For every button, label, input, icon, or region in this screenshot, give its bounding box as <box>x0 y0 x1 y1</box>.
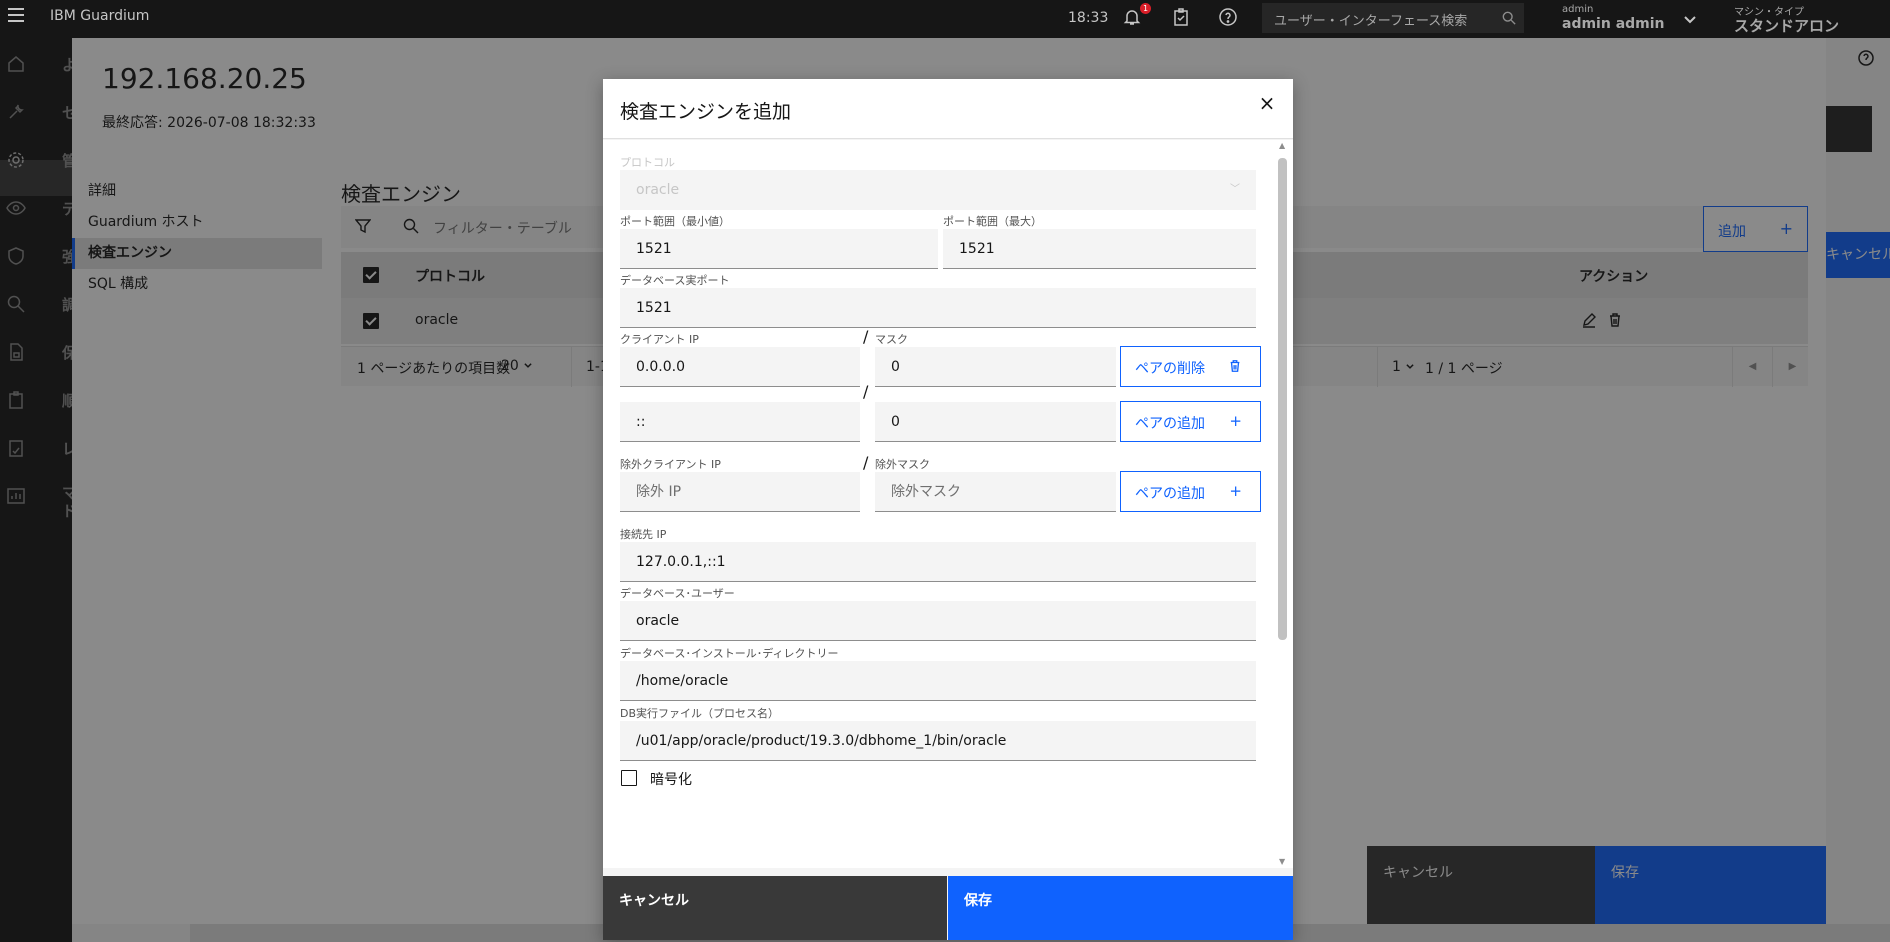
exec-file-label: DB実行ファイル（プロセス名） <box>620 707 780 720</box>
user-name: admin admin <box>1562 16 1665 32</box>
encryption-label: 暗号化 <box>650 772 692 788</box>
delete-pair-label: ペアの削除 <box>1135 361 1205 377</box>
dest-ip-input[interactable]: 127.0.0.1,::1 <box>620 542 1256 582</box>
trash-icon <box>1230 360 1240 372</box>
search-placeholder: ユーザー・インターフェース検索 <box>1274 14 1468 29</box>
excluded-ip-input[interactable]: 除外 IP <box>620 472 860 512</box>
help-icon[interactable] <box>1218 7 1238 27</box>
scroll-down-icon[interactable]: ▼ <box>1279 857 1285 866</box>
hamburger-menu-icon[interactable] <box>8 8 24 22</box>
chevron-down-icon: ﹀ <box>1230 184 1240 195</box>
modal-save-button[interactable]: 保存 <box>948 876 1293 940</box>
db-port-label: データベース実ポート <box>620 274 730 287</box>
install-dir-label: データベース･インストール･ディレクトリー <box>620 647 839 660</box>
scroll-up-icon[interactable]: ▲ <box>1279 141 1285 150</box>
db-user-input[interactable]: oracle <box>620 601 1256 641</box>
modal-title: 検査エンジンを追加 <box>620 101 792 123</box>
exec-file-input[interactable]: /u01/app/oracle/product/19.3.0/dbhome_1/… <box>620 721 1256 761</box>
modal-body: プロトコル oracle ﹀ ポート範囲（最小値） 1521 ポート範囲（最大）… <box>603 140 1293 868</box>
port-max-label: ポート範囲（最大） <box>943 215 1042 228</box>
modal-header: 検査エンジンを追加 × <box>603 79 1293 139</box>
chevron-down-icon[interactable] <box>1682 11 1698 27</box>
encryption-checkbox[interactable] <box>621 770 637 786</box>
protocol-value: oracle <box>636 182 680 198</box>
delete-pair-button[interactable]: ペアの削除 <box>1120 346 1261 387</box>
port-max-input[interactable]: 1521 <box>943 229 1256 269</box>
protocol-select: oracle ﹀ <box>620 170 1256 210</box>
bell-icon[interactable] <box>1122 7 1142 27</box>
slash-separator: / <box>863 327 869 346</box>
clipboard-check-icon[interactable] <box>1171 7 1191 27</box>
mask-label: マスク <box>875 333 908 346</box>
excluded-mask-label: 除外マスク <box>875 458 930 471</box>
client-mask-input[interactable]: 0 <box>875 402 1116 442</box>
install-dir-input[interactable]: /home/oracle <box>620 661 1256 701</box>
scrollbar-thumb[interactable] <box>1278 158 1287 640</box>
clock: 18:33 <box>1068 10 1109 26</box>
modal-scrollbar[interactable]: ▲ ▼ <box>1278 141 1287 866</box>
user-role: admin <box>1562 4 1594 15</box>
plus-icon: + <box>1229 482 1242 500</box>
client-ip-input[interactable]: :: <box>620 402 860 442</box>
slash-separator: / <box>863 382 869 401</box>
client-ip-input[interactable]: 0.0.0.0 <box>620 347 860 387</box>
add-excluded-pair-button[interactable]: ペアの追加 + <box>1120 471 1261 512</box>
port-min-label: ポート範囲（最小値） <box>620 215 730 228</box>
close-icon[interactable]: × <box>1257 93 1277 113</box>
client-ip-label: クライアント IP <box>620 333 699 346</box>
plus-icon: + <box>1229 412 1242 430</box>
client-mask-input[interactable]: 0 <box>875 347 1116 387</box>
db-user-label: データベース･ユーザー <box>620 587 735 600</box>
add-pair-label: ペアの追加 <box>1135 416 1205 432</box>
add-excluded-pair-label: ペアの追加 <box>1135 486 1205 502</box>
db-port-input[interactable]: 1521 <box>620 288 1256 328</box>
global-search-input[interactable]: ユーザー・インターフェース検索 <box>1262 3 1524 33</box>
slash-separator: / <box>863 453 869 472</box>
protocol-label: プロトコル <box>620 156 675 169</box>
excluded-mask-input[interactable]: 除外マスク <box>875 472 1116 512</box>
notification-badge: 1 <box>1140 3 1151 14</box>
excluded-ip-label: 除外クライアント IP <box>620 458 721 471</box>
dest-ip-label: 接続先 IP <box>620 528 667 541</box>
add-pair-button[interactable]: ペアの追加 + <box>1120 401 1261 442</box>
modal-cancel-button[interactable]: キャンセル <box>603 876 947 940</box>
machine-type-value: スタンドアロン <box>1734 17 1840 35</box>
modal-cancel-label: キャンセル <box>619 893 689 909</box>
brand-name: IBM Guardium <box>50 8 150 24</box>
add-inspection-engine-modal: 検査エンジンを追加 × プロトコル oracle ﹀ ポート範囲（最小値） 15… <box>603 79 1293 940</box>
port-min-input[interactable]: 1521 <box>620 229 938 269</box>
modal-save-label: 保存 <box>964 893 992 909</box>
top-header: IBM Guardium 18:33 1 ユーザー・インターフェース検索 adm… <box>0 0 1890 38</box>
search-icon <box>1502 11 1516 25</box>
